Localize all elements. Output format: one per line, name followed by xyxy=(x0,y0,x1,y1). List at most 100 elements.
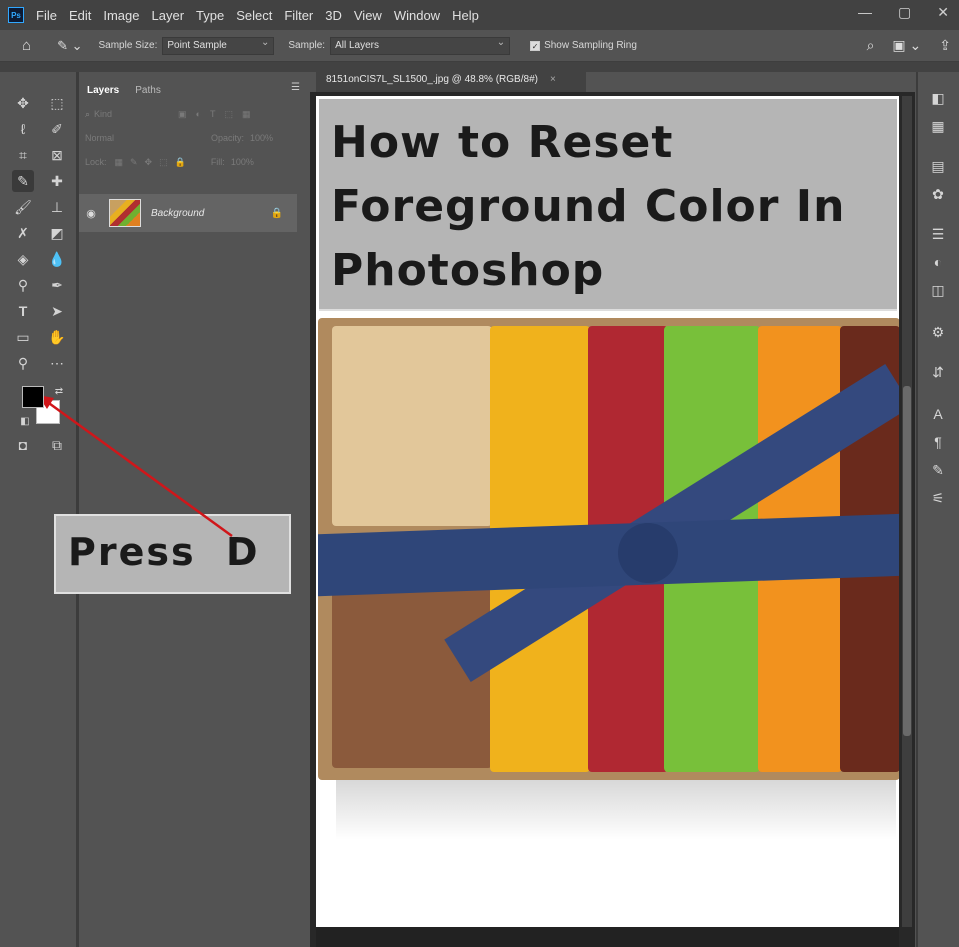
menu-bar: Ps File Edit Image Layer Type Select Fil… xyxy=(0,0,959,30)
photoshop-logo: Ps xyxy=(8,7,24,23)
fill-value[interactable]: 100% xyxy=(231,157,254,167)
layer-kind-filter[interactable]: Kind xyxy=(94,109,164,119)
stamp-tool-icon[interactable]: ⊥ xyxy=(46,196,68,218)
title-banner: How to Reset Foreground Color In Photosh… xyxy=(319,99,897,311)
crop-tool-icon[interactable]: ⌗ xyxy=(12,144,34,166)
eye-icon[interactable]: ◉ xyxy=(79,207,103,220)
marquee-tool-icon[interactable]: ⬚ xyxy=(46,92,68,114)
canvas-title: How to Reset Foreground Color In Photosh… xyxy=(331,111,891,303)
quick-select-tool-icon[interactable]: ✐ xyxy=(46,118,68,140)
rectangle-tool-icon[interactable]: ▭ xyxy=(12,326,34,348)
menu-layer[interactable]: Layer xyxy=(152,8,185,23)
share-icon[interactable]: ⇪ xyxy=(939,37,951,54)
paint-bucket-tool-icon[interactable]: ◈ xyxy=(12,248,34,270)
maximize-button[interactable]: ▢ xyxy=(898,4,911,21)
default-colors-icon[interactable]: ◧ xyxy=(14,410,36,432)
opacity-value[interactable]: 100% xyxy=(250,133,273,143)
lock-label: Lock: xyxy=(85,157,107,167)
scrollbar-thumb[interactable] xyxy=(903,386,911,736)
properties-panel-icon[interactable]: ◫ xyxy=(928,280,948,300)
hand-tool-icon[interactable]: ✋ xyxy=(46,326,68,348)
lock-fill-row: Lock: ▦✎✥⬚🔒 Fill: 100% xyxy=(79,150,310,174)
tray-shadow xyxy=(336,780,896,840)
adjustments-panel-icon[interactable]: ☰ xyxy=(928,224,948,244)
pen-tool-icon[interactable]: ✒ xyxy=(46,274,68,296)
close-button[interactable]: ✕ xyxy=(937,4,949,21)
quick-mask-icon[interactable]: ◘ xyxy=(12,434,34,456)
show-sampling-ring-checkbox[interactable]: ✓ xyxy=(530,40,541,51)
eyedropper-tool-preset-icon[interactable]: ✎ ⌄ xyxy=(57,38,82,54)
swap-colors-icon[interactable]: ⇄ xyxy=(48,380,70,402)
brush-tool-icon[interactable]: 🖌 xyxy=(12,196,34,218)
styles-panel-icon[interactable]: ◐ xyxy=(928,252,948,272)
layer-row-background[interactable]: ◉ Background 🔒 xyxy=(79,194,297,232)
press-d-callout: Press D xyxy=(54,514,291,594)
search-icon[interactable]: ⌕ xyxy=(867,37,875,54)
more-tools-icon[interactable]: ⋯ xyxy=(46,352,68,374)
menu-type[interactable]: Type xyxy=(196,8,224,23)
history-panel-icon[interactable]: ⇵ xyxy=(928,362,948,382)
blend-opacity-row: Normal Opacity: 100% xyxy=(79,126,310,150)
lasso-tool-icon[interactable]: ℓ xyxy=(12,118,34,140)
close-icon[interactable]: × xyxy=(550,74,556,85)
paragraph-panel-icon[interactable]: ¶ xyxy=(928,432,948,452)
menu-file[interactable]: File xyxy=(36,8,57,23)
menu-3d[interactable]: 3D xyxy=(325,8,342,23)
menu-image[interactable]: Image xyxy=(103,8,139,23)
character-panel-icon[interactable]: A xyxy=(928,404,948,424)
dodge-tool-icon[interactable]: ⚲ xyxy=(12,274,34,296)
zoom-tool-icon[interactable]: ⚲ xyxy=(12,352,34,374)
show-sampling-ring-label: Show Sampling Ring xyxy=(544,40,637,51)
menu-edit[interactable]: Edit xyxy=(69,8,91,23)
vertical-scrollbar[interactable] xyxy=(902,96,912,927)
layer-name[interactable]: Background xyxy=(151,208,204,219)
blend-mode-select[interactable]: Normal xyxy=(85,133,211,143)
channels-panel-icon[interactable]: ⚙ xyxy=(928,322,948,342)
layer-filter-icons: ▣◐T⬚▦ xyxy=(178,108,260,119)
panel-menu-icon[interactable]: ☰ xyxy=(291,82,300,93)
lock-icon[interactable]: 🔒 xyxy=(271,208,283,219)
layers-panel-tabs: Layers Paths xyxy=(79,72,310,102)
patterns-panel-icon[interactable]: ✿ xyxy=(928,184,948,204)
move-tool-icon[interactable]: ✥ xyxy=(12,92,34,114)
document-tab[interactable]: 8151onCIS7L_SL1500_.jpg @ 48.8% (RGB/8#)… xyxy=(316,66,586,92)
eraser-tool-icon[interactable]: ◩ xyxy=(46,222,68,244)
tab-paths[interactable]: Paths xyxy=(127,79,169,102)
swatches-panel-icon[interactable]: ▦ xyxy=(928,116,948,136)
menu-help[interactable]: Help xyxy=(452,8,479,23)
menu-select[interactable]: Select xyxy=(236,8,272,23)
layers-panel: Layers Paths ☰ ⌕ Kind ▣◐T⬚▦ Normal Opaci… xyxy=(79,72,310,947)
canvas-title-line: Foreground Color In xyxy=(331,181,846,232)
brush-settings-icon[interactable]: ✎ xyxy=(928,460,948,480)
workspace-icon[interactable]: ▣ ⌄ xyxy=(892,37,921,54)
sample-size-select[interactable]: Point Sample xyxy=(162,36,275,55)
path-select-tool-icon[interactable]: ➤ xyxy=(46,300,68,322)
minimize-button[interactable]: — xyxy=(858,4,872,21)
dried-fruit-photo xyxy=(318,318,899,780)
search-icon: ⌕ xyxy=(85,108,91,119)
tool-presets-icon[interactable]: ⚟ xyxy=(928,488,948,508)
eyedropper-tool-icon[interactable]: ✎ xyxy=(12,170,34,192)
color-panel-icon[interactable]: ◧ xyxy=(928,88,948,108)
screen-mode-icon[interactable]: ⧉ xyxy=(46,434,68,456)
healing-brush-tool-icon[interactable]: ✚ xyxy=(46,170,68,192)
frame-tool-icon[interactable]: ⊠ xyxy=(46,144,68,166)
libraries-panel-icon[interactable]: ▤ xyxy=(928,156,948,176)
ribbon-bow xyxy=(618,523,678,583)
layer-filter-row: ⌕ Kind ▣◐T⬚▦ xyxy=(79,102,310,126)
document-canvas[interactable]: How to Reset Foreground Color In Photosh… xyxy=(316,96,899,927)
sample-size-label: Sample Size: xyxy=(98,40,158,51)
sample-select[interactable]: All Layers xyxy=(330,36,511,55)
sample-label: Sample: xyxy=(288,40,326,51)
blur-tool-icon[interactable]: 💧 xyxy=(46,248,68,270)
options-right-icons: ⌕ ▣ ⌄ ⇪ xyxy=(867,37,951,54)
tab-layers[interactable]: Layers xyxy=(79,79,128,102)
cashew-column xyxy=(332,326,492,526)
menu-view[interactable]: View xyxy=(354,8,382,23)
home-icon[interactable]: ⌂ xyxy=(22,37,31,54)
menu-window[interactable]: Window xyxy=(394,8,440,23)
history-brush-tool-icon[interactable]: ✗ xyxy=(12,222,34,244)
menu-filter[interactable]: Filter xyxy=(284,8,313,23)
type-tool-icon[interactable]: T xyxy=(12,300,34,322)
foreground-color-swatch[interactable] xyxy=(22,386,44,408)
